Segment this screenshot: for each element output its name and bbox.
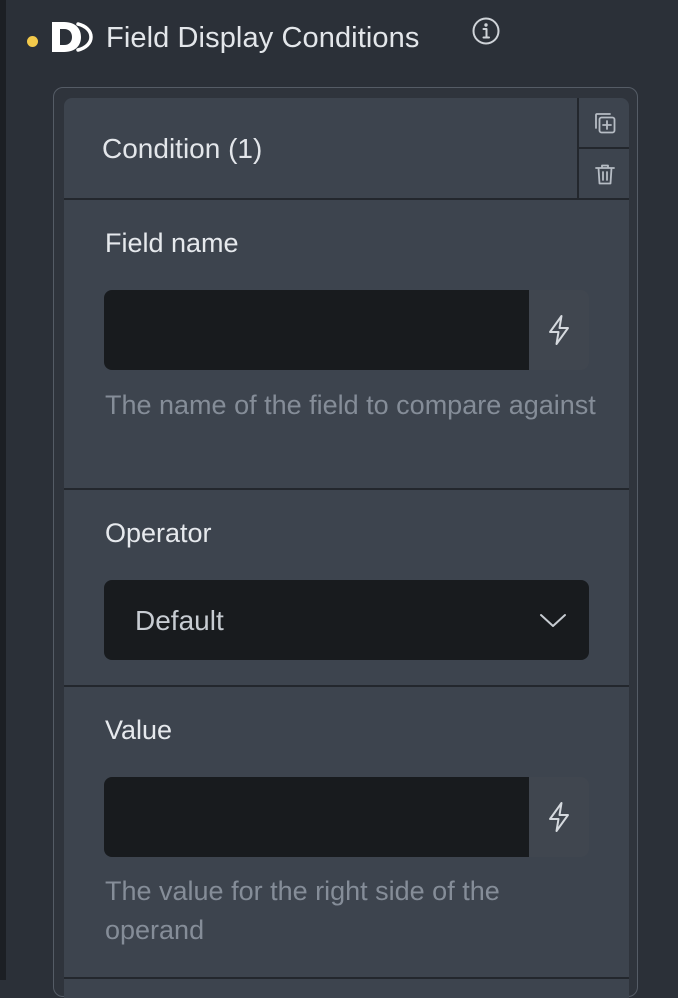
d-logo-icon [52,22,93,52]
operator-selected-value: Default [135,605,224,636]
field-name-input[interactable] [104,290,529,370]
delete-condition-button[interactable] [579,149,629,198]
panel-left-edge [0,0,6,980]
lightning-icon [549,315,569,345]
section-title: Field Display Conditions [106,22,420,54]
condition-card: Condition (1) Field name The name of the… [64,98,629,998]
field-name-control [104,290,589,370]
field-name-label: Field name [105,228,239,258]
lightning-icon [549,802,569,832]
value-section: Value The value for the right side of th… [64,687,629,979]
chevron-down-icon [540,614,566,627]
condition-card-header[interactable]: Condition (1) [64,98,629,200]
condition-title: Condition (1) [102,133,263,164]
field-name-section: Field name The name of the field to comp… [64,200,629,490]
value-control [104,777,589,857]
operator-label: Operator [105,518,212,548]
value-dynamic-button[interactable] [529,777,589,857]
operator-section: Operator Default [64,490,629,687]
condition-actions [577,98,629,198]
copy-plus-icon [595,112,616,133]
field-name-help: The name of the field to compare against [105,390,596,420]
value-input[interactable] [104,777,529,857]
duplicate-condition-button[interactable] [579,98,629,149]
section-header[interactable]: Field Display Conditions [0,0,678,86]
operator-select[interactable]: Default [104,580,589,660]
value-help: The value for the right side of the oper… [105,876,500,945]
field-name-dynamic-button[interactable] [529,290,589,370]
trash-icon [595,164,615,184]
info-icon[interactable] [471,16,501,46]
status-dot [27,36,38,47]
value-label: Value [105,715,173,745]
